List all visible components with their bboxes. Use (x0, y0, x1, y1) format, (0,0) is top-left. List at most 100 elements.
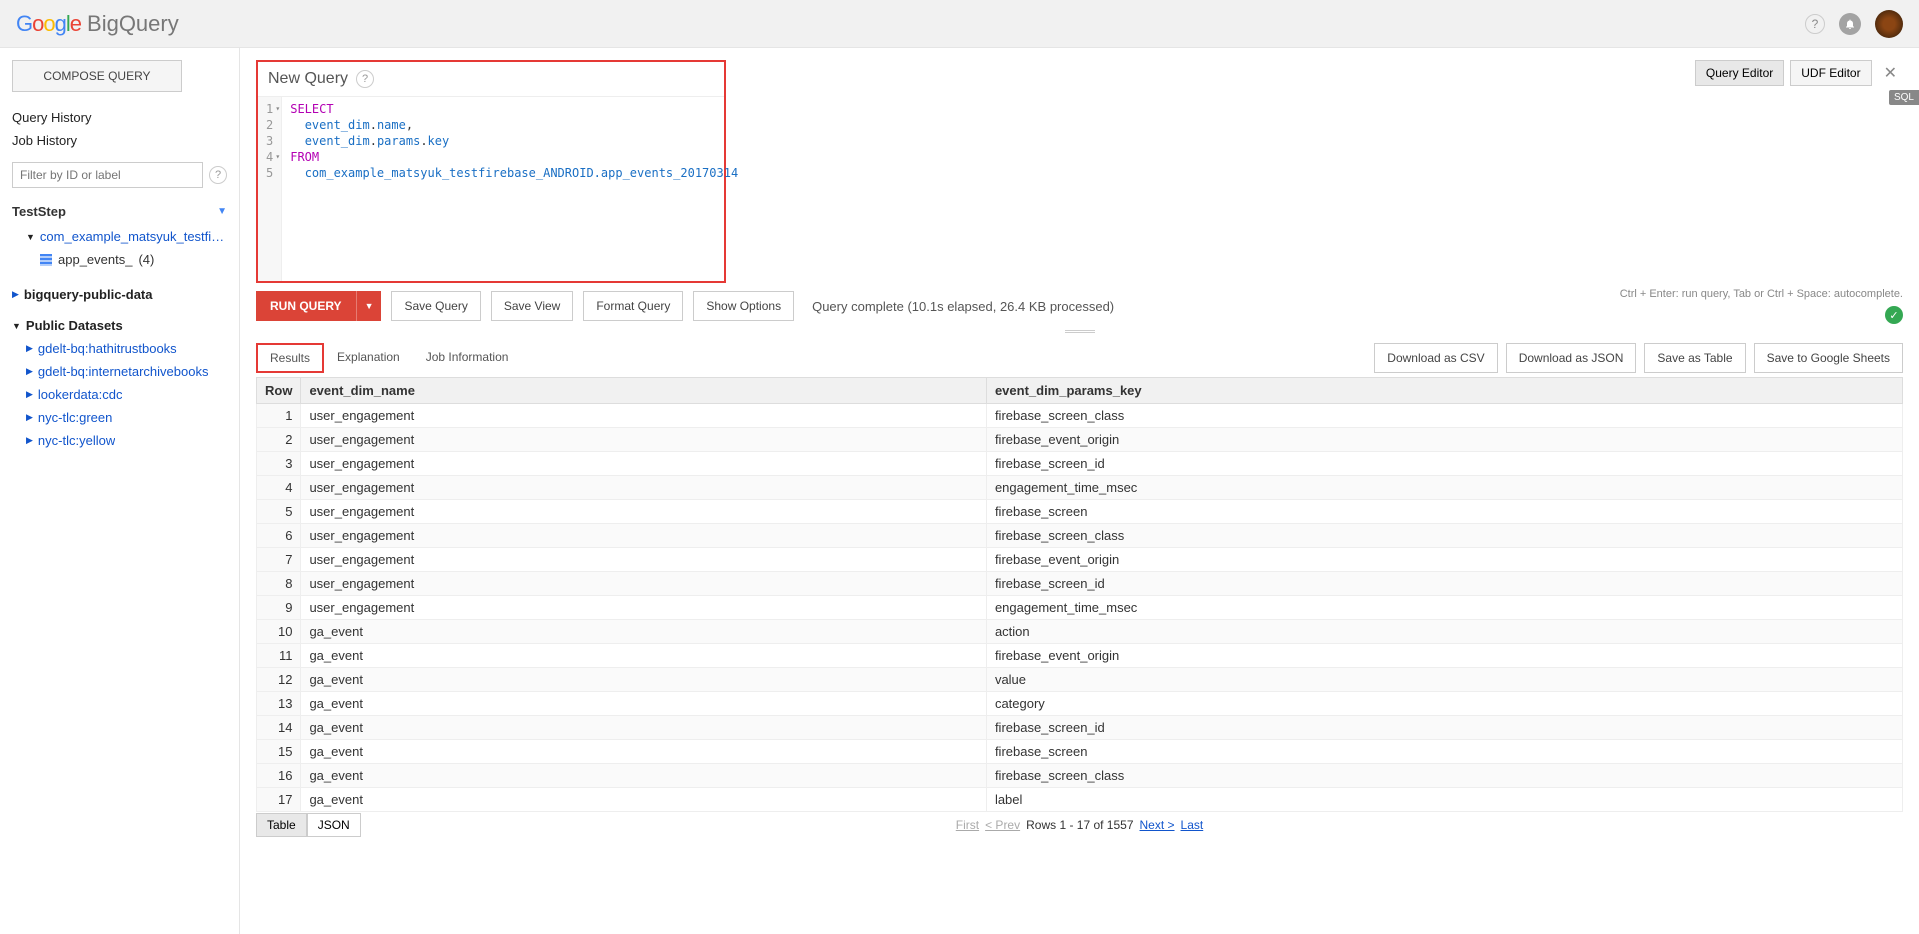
save-to-sheets-button[interactable]: Save to Google Sheets (1754, 343, 1903, 373)
format-query-button[interactable]: Format Query (583, 291, 683, 321)
caret-down-icon: ▼ (26, 232, 35, 242)
save-query-button[interactable]: Save Query (391, 291, 480, 321)
public-project-item[interactable]: ▶ bigquery-public-data (12, 283, 227, 306)
caret-right-icon: ▶ (26, 366, 33, 377)
table-row: 6user_engagementfirebase_screen_class (257, 524, 1903, 548)
cell-event-dim-name: user_engagement (301, 548, 986, 572)
cell-event-dim-name: ga_event (301, 692, 986, 716)
run-query-button[interactable]: RUN QUERY (256, 291, 356, 321)
cell-event-dim-name: ga_event (301, 620, 986, 644)
caret-right-icon: ▶ (26, 389, 33, 400)
query-help-icon[interactable]: ? (356, 70, 374, 88)
autocomplete-hint: Ctrl + Enter: run query, Tab or Ctrl + S… (1620, 288, 1903, 300)
dataset-item[interactable]: ▼ com_example_matsyuk_testfireba... (12, 225, 227, 248)
results-tab[interactable]: Results (256, 343, 324, 373)
public-dataset-item[interactable]: ▶nyc-tlc:yellow (12, 429, 227, 452)
table-row: 11ga_eventfirebase_event_origin (257, 644, 1903, 668)
query-panel: New Query ? 12345 SELECT event_dim.name,… (256, 60, 726, 283)
save-as-table-button[interactable]: Save as Table (1644, 343, 1745, 373)
logo[interactable]: Google BigQuery (16, 11, 179, 37)
cell-event-dim-params-key: engagement_time_msec (986, 476, 1902, 500)
cell-event-dim-name: user_engagement (301, 476, 986, 500)
resize-handle[interactable] (256, 327, 1903, 337)
public-dataset-item[interactable]: ▶nyc-tlc:green (12, 406, 227, 429)
table-row: 12ga_eventvalue (257, 668, 1903, 692)
save-view-button[interactable]: Save View (491, 291, 573, 321)
results-table: Row event_dim_name event_dim_params_key … (256, 377, 1903, 812)
udf-editor-tab[interactable]: UDF Editor (1790, 60, 1871, 86)
cell-event-dim-name: ga_event (301, 740, 986, 764)
table-row: 9user_engagementengagement_time_msec (257, 596, 1903, 620)
table-row: 5user_engagementfirebase_screen (257, 500, 1903, 524)
col-event-dim-params-key: event_dim_params_key (986, 378, 1902, 404)
row-num: 7 (257, 548, 301, 572)
table-row: 15ga_eventfirebase_screen (257, 740, 1903, 764)
caret-right-icon: ▶ (12, 289, 19, 300)
compose-query-button[interactable]: COMPOSE QUERY (12, 60, 182, 92)
user-avatar[interactable] (1875, 10, 1903, 38)
query-status: Query complete (10.1s elapsed, 26.4 KB p… (812, 299, 1114, 314)
download-csv-button[interactable]: Download as CSV (1374, 343, 1497, 373)
project-dropdown-icon[interactable]: ▼ (217, 206, 227, 217)
public-project-name: bigquery-public-data (24, 287, 153, 302)
job-history-link[interactable]: Job History (12, 129, 227, 152)
query-history-link[interactable]: Query History (12, 106, 227, 129)
cell-event-dim-params-key: engagement_time_msec (986, 596, 1902, 620)
cell-event-dim-params-key: firebase_screen_id (986, 452, 1902, 476)
explanation-tab[interactable]: Explanation (324, 343, 413, 373)
notifications-icon[interactable] (1839, 13, 1861, 35)
query-title: New Query (268, 70, 348, 88)
row-num: 1 (257, 404, 301, 428)
table-row: 1user_engagementfirebase_screen_class (257, 404, 1903, 428)
public-datasets-header[interactable]: ▼ Public Datasets (12, 314, 227, 337)
view-table-button[interactable]: Table (256, 813, 307, 837)
cell-event-dim-params-key: firebase_event_origin (986, 548, 1902, 572)
pager-last[interactable]: Last (1181, 818, 1204, 832)
public-dataset-item[interactable]: ▶lookerdata:cdc (12, 383, 227, 406)
table-name: app_events_ (58, 252, 132, 267)
cell-event-dim-name: ga_event (301, 764, 986, 788)
table-row: 4user_engagementengagement_time_msec (257, 476, 1903, 500)
row-num: 13 (257, 692, 301, 716)
row-num: 3 (257, 452, 301, 476)
cell-event-dim-name: user_engagement (301, 500, 986, 524)
table-row: 10ga_eventaction (257, 620, 1903, 644)
close-icon[interactable]: ✕ (1878, 63, 1903, 83)
project-row[interactable]: TestStep ▼ (12, 198, 227, 225)
row-num: 14 (257, 716, 301, 740)
cell-event-dim-name: ga_event (301, 668, 986, 692)
run-query-dropdown[interactable]: ▼ (356, 291, 382, 321)
product-name: BigQuery (87, 11, 179, 37)
row-num: 4 (257, 476, 301, 500)
cell-event-dim-name: user_engagement (301, 452, 986, 476)
row-num: 6 (257, 524, 301, 548)
validation-ok-icon: ✓ (1885, 306, 1903, 324)
cell-event-dim-params-key: firebase_screen_id (986, 572, 1902, 596)
pager-prev[interactable]: < Prev (985, 818, 1020, 832)
caret-down-icon: ▼ (12, 321, 21, 331)
cell-event-dim-name: user_engagement (301, 404, 986, 428)
app-header: Google BigQuery ? (0, 0, 1919, 48)
help-icon[interactable]: ? (1805, 14, 1825, 34)
col-row: Row (257, 378, 301, 404)
filter-help-icon[interactable]: ? (209, 166, 227, 184)
pager-first[interactable]: First (956, 818, 979, 832)
filter-input[interactable] (12, 162, 203, 188)
pager-next[interactable]: Next > (1140, 818, 1175, 832)
cell-event-dim-name: ga_event (301, 716, 986, 740)
query-editor-tab[interactable]: Query Editor (1695, 60, 1784, 86)
table-item[interactable]: app_events_ (4) (12, 248, 227, 271)
download-json-button[interactable]: Download as JSON (1506, 343, 1637, 373)
table-row: 3user_engagementfirebase_screen_id (257, 452, 1903, 476)
row-num: 2 (257, 428, 301, 452)
view-json-button[interactable]: JSON (307, 813, 361, 837)
cell-event-dim-name: ga_event (301, 788, 986, 812)
caret-right-icon: ▶ (26, 435, 33, 446)
table-row: 8user_engagementfirebase_screen_id (257, 572, 1903, 596)
public-dataset-item[interactable]: ▶gdelt-bq:hathitrustbooks (12, 337, 227, 360)
job-information-tab[interactable]: Job Information (413, 343, 522, 373)
code-editor[interactable]: 12345 SELECT event_dim.name, event_dim.p… (258, 96, 724, 281)
public-dataset-item[interactable]: ▶gdelt-bq:internetarchivebooks (12, 360, 227, 383)
code-content[interactable]: SELECT event_dim.name, event_dim.params.… (282, 97, 746, 281)
show-options-button[interactable]: Show Options (693, 291, 794, 321)
